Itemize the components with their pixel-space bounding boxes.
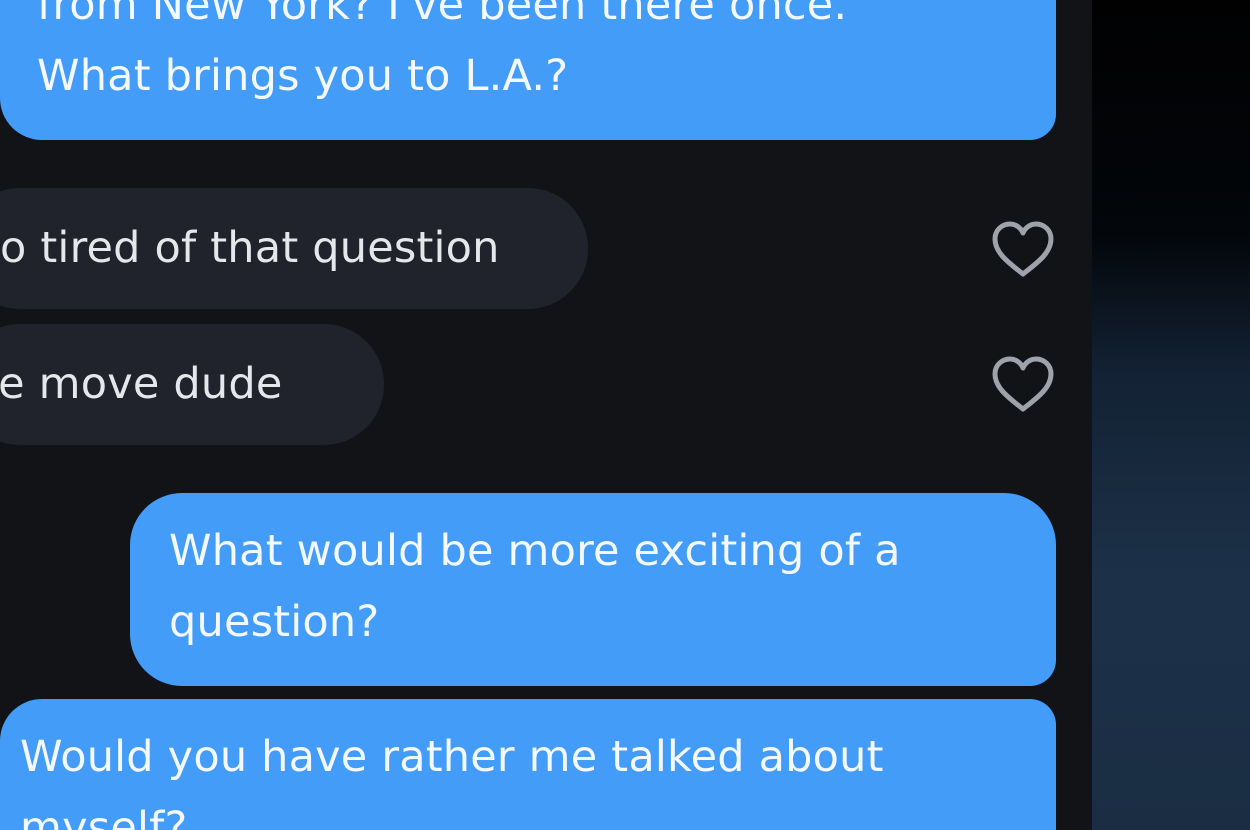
heart-outline-icon (992, 356, 1054, 412)
sent-message-bubble[interactable]: Would you have rather me talked about my… (0, 699, 1056, 830)
heart-outline-icon (992, 221, 1054, 277)
like-heart-button[interactable] (990, 220, 1056, 280)
message-text: o tired of that question (0, 223, 500, 273)
background-wallpaper (1092, 0, 1250, 830)
message-text: What brings you to L.A.? (37, 51, 569, 101)
chat-thread[interactable]: from New York? I've been there once. Wha… (0, 0, 1092, 830)
screenshot-frame: from New York? I've been there once. Wha… (0, 0, 1250, 830)
message-text: myself? (20, 803, 188, 830)
message-text: le move dude (0, 359, 283, 409)
sent-message-bubble[interactable]: from New York? I've been there once. Wha… (0, 0, 1056, 140)
message-text: Would you have rather me talked about (20, 732, 884, 782)
message-text: from New York? I've been there once. (37, 0, 848, 30)
sent-message-bubble[interactable]: What would be more exciting of a questio… (130, 493, 1056, 686)
received-message-bubble[interactable]: le move dude (0, 324, 384, 445)
message-text: What would be more exciting of a (169, 526, 901, 576)
message-text: question? (169, 597, 380, 647)
like-heart-button[interactable] (990, 355, 1056, 415)
received-message-bubble[interactable]: o tired of that question (0, 188, 588, 309)
